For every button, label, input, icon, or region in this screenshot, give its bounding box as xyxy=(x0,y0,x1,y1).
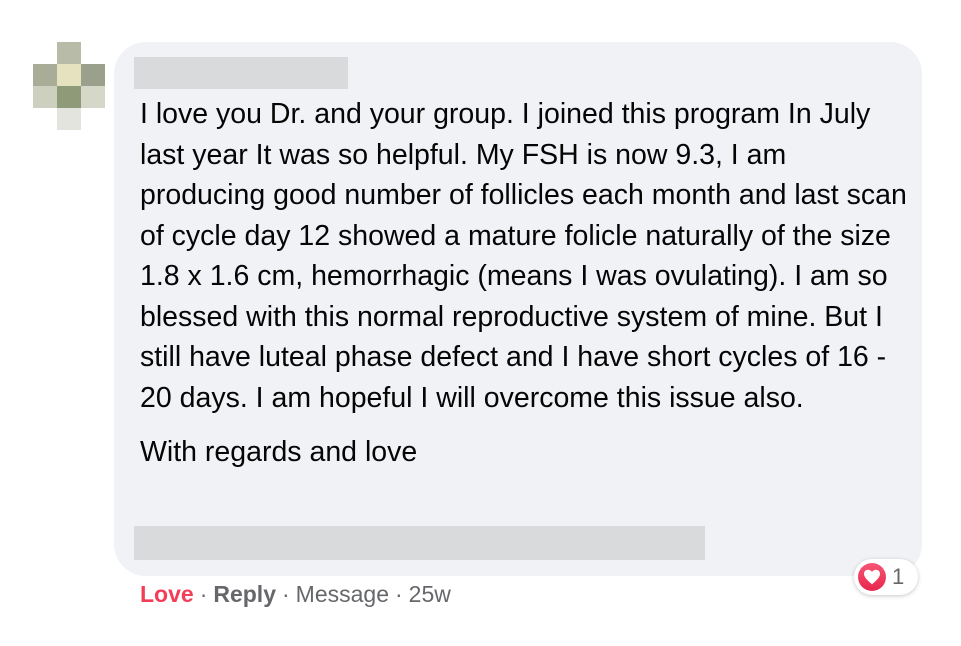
avatar-pixel xyxy=(33,86,57,108)
avatar-pixel xyxy=(81,108,105,130)
reaction-summary[interactable]: 1 xyxy=(854,559,918,595)
avatar-pixel xyxy=(57,108,81,130)
separator: · xyxy=(282,581,290,607)
avatar-pixel xyxy=(33,42,57,64)
author-name-redacted[interactable] xyxy=(134,57,348,89)
separator: · xyxy=(395,581,403,607)
comment-paragraph: I love you Dr. and your group. I joined … xyxy=(140,98,907,414)
comment-paragraph: With regards and love xyxy=(140,436,418,468)
avatar-pixel xyxy=(33,108,57,130)
avatar-pixel xyxy=(57,64,81,86)
reply-button[interactable]: Reply xyxy=(213,581,276,607)
avatar-pixel xyxy=(81,86,105,108)
avatar-pixel xyxy=(81,64,105,86)
love-heart-icon xyxy=(858,563,886,591)
comment-actions: Love · Reply · Message · 25w xyxy=(140,578,451,610)
redacted-link-preview[interactable] xyxy=(134,526,705,560)
avatar-pixel xyxy=(57,42,81,64)
separator: · xyxy=(199,581,208,607)
timestamp[interactable]: 25w xyxy=(409,581,451,607)
avatar-pixel xyxy=(33,64,57,86)
message-button[interactable]: Message xyxy=(296,581,389,607)
avatar-pixel xyxy=(81,42,105,64)
avatar-pixel xyxy=(57,86,81,108)
comment-bubble: I love you Dr. and your group. I joined … xyxy=(114,42,922,576)
love-button[interactable]: Love xyxy=(140,581,194,607)
avatar[interactable] xyxy=(33,42,105,130)
comment-body: I love you Dr. and your group. I joined … xyxy=(140,94,910,473)
reaction-count: 1 xyxy=(892,564,905,589)
